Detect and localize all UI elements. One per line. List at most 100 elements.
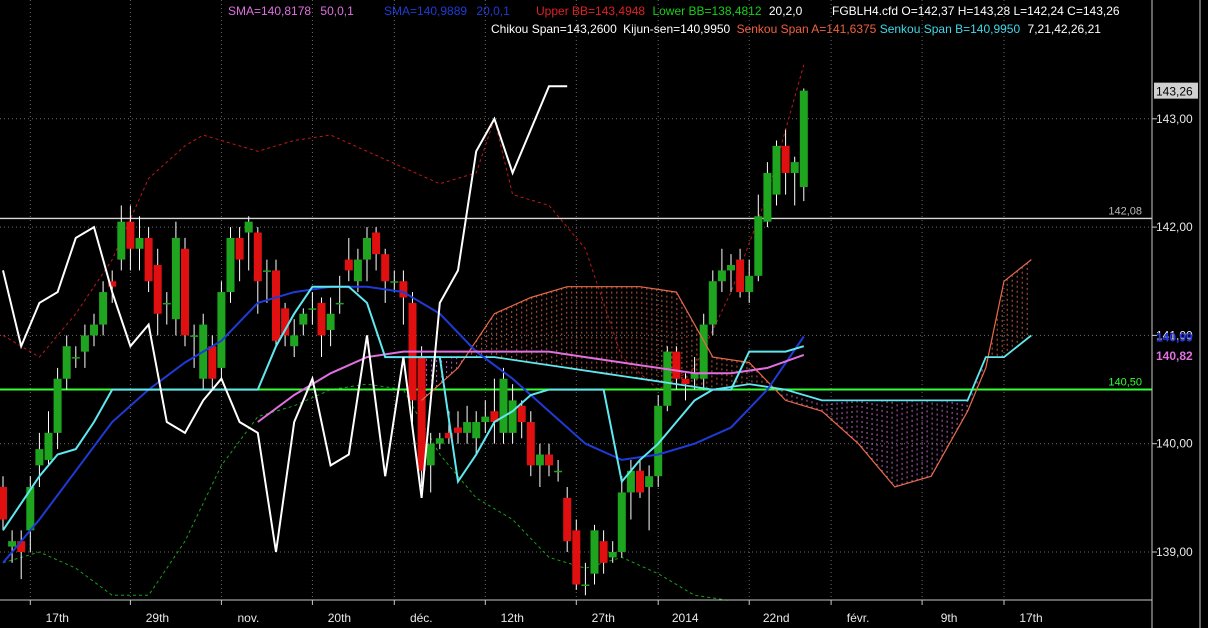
candle-body bbox=[727, 265, 735, 271]
candle-body bbox=[363, 237, 371, 260]
candle-body bbox=[217, 292, 226, 368]
candle-body bbox=[790, 162, 799, 173]
x-tick-label: 27th bbox=[592, 611, 615, 625]
candle-body bbox=[71, 357, 80, 359]
candle-body bbox=[526, 422, 535, 466]
candle-body bbox=[344, 259, 353, 271]
candle-body bbox=[90, 324, 98, 336]
candle-body bbox=[554, 470, 563, 473]
y-tick-label: 142,00 bbox=[1156, 220, 1193, 234]
candle-body bbox=[153, 265, 162, 314]
candle-body bbox=[272, 270, 280, 341]
x-tick-label: nov. bbox=[238, 611, 260, 625]
candle-body bbox=[672, 351, 681, 379]
candle-body bbox=[481, 416, 490, 423]
candle-body bbox=[545, 454, 553, 466]
candle-body bbox=[372, 232, 381, 255]
horizontal-line-label: 140,50 bbox=[1108, 377, 1142, 389]
sma20-line bbox=[2, 285, 805, 564]
candle-body bbox=[399, 281, 408, 298]
price-chart[interactable]: 142,08140,50 139,00140,00141,00142,00143… bbox=[0, 0, 1208, 628]
candle-body bbox=[317, 302, 326, 336]
candle-body bbox=[417, 357, 426, 471]
y-tick-label: 140,00 bbox=[1156, 437, 1193, 451]
candle-body bbox=[617, 492, 626, 552]
candle-body bbox=[53, 378, 62, 433]
candle-body bbox=[17, 541, 26, 552]
candle-body bbox=[463, 422, 472, 433]
price-tag-label: 143,26 bbox=[1156, 85, 1193, 99]
candle-body bbox=[535, 454, 544, 466]
candle-body bbox=[80, 335, 89, 352]
candle-body bbox=[454, 427, 462, 433]
candle-body bbox=[390, 281, 399, 283]
candle-body bbox=[35, 449, 44, 466]
candle-body bbox=[599, 541, 608, 563]
candle-body bbox=[135, 237, 144, 249]
candle-body bbox=[8, 541, 17, 547]
candle-body bbox=[608, 552, 617, 558]
candle-body bbox=[472, 422, 481, 439]
candle-body bbox=[181, 248, 189, 336]
candle-body bbox=[162, 302, 171, 305]
candle-body bbox=[435, 438, 444, 444]
candle-body bbox=[244, 221, 253, 233]
candle-body bbox=[754, 216, 763, 276]
candle-body bbox=[226, 237, 235, 293]
candle-body bbox=[499, 378, 508, 433]
candle-body bbox=[799, 90, 808, 188]
horizontal-line-label: 142,08 bbox=[1108, 205, 1142, 217]
candle-body bbox=[44, 432, 53, 460]
candle-body bbox=[190, 335, 199, 337]
candle-body bbox=[590, 530, 599, 574]
candle-body bbox=[508, 400, 517, 433]
candle-body bbox=[763, 172, 772, 222]
candle-body bbox=[563, 497, 572, 542]
candle-body bbox=[171, 237, 180, 320]
price-tag-label: 140,82 bbox=[1156, 349, 1193, 363]
candle-body bbox=[745, 275, 754, 293]
x-tick-label: 17th bbox=[1019, 611, 1042, 625]
bollinger-bands bbox=[2, 64, 805, 602]
candle-body bbox=[326, 313, 335, 330]
ichimoku-cloud bbox=[421, 262, 1028, 487]
candle-body bbox=[208, 346, 217, 379]
candle-body bbox=[572, 530, 581, 585]
candle-body bbox=[517, 405, 526, 423]
y-tick-label: 139,00 bbox=[1156, 545, 1193, 559]
candle-body bbox=[144, 237, 153, 282]
candle-body bbox=[636, 470, 644, 493]
candle-body bbox=[353, 259, 362, 282]
candle-body bbox=[99, 292, 108, 325]
candle-body bbox=[117, 221, 126, 260]
candle-body bbox=[426, 443, 435, 466]
candle-body bbox=[699, 324, 708, 379]
candle-body bbox=[262, 270, 271, 272]
candle-body bbox=[335, 302, 344, 305]
x-tick-label: 17th bbox=[46, 611, 69, 625]
candle-body bbox=[0, 487, 7, 520]
x-tick-label: févr. bbox=[847, 611, 870, 625]
axes bbox=[0, 0, 1201, 628]
candle-body bbox=[645, 476, 654, 488]
candle-body bbox=[717, 270, 726, 282]
candle-body bbox=[781, 145, 790, 173]
x-tick-label: 2014 bbox=[672, 611, 699, 625]
candle-body bbox=[772, 145, 781, 195]
candle-body bbox=[708, 281, 717, 325]
candle-body bbox=[736, 259, 745, 293]
candle-body bbox=[253, 232, 262, 282]
x-tick-label: 9th bbox=[941, 611, 958, 625]
candle-body bbox=[663, 351, 672, 406]
candle-body bbox=[299, 313, 308, 325]
candle-body bbox=[681, 378, 690, 385]
candle-body bbox=[381, 254, 390, 282]
candle-body bbox=[235, 237, 244, 260]
x-tick-label: 12th bbox=[501, 611, 524, 625]
candle-body bbox=[581, 584, 590, 586]
x-tick-label: 29th bbox=[146, 611, 169, 625]
y-tick-label: 143,00 bbox=[1156, 112, 1193, 126]
candle-body bbox=[62, 346, 71, 379]
candle-body bbox=[290, 335, 299, 347]
x-tick-label: 22nd bbox=[763, 611, 790, 625]
